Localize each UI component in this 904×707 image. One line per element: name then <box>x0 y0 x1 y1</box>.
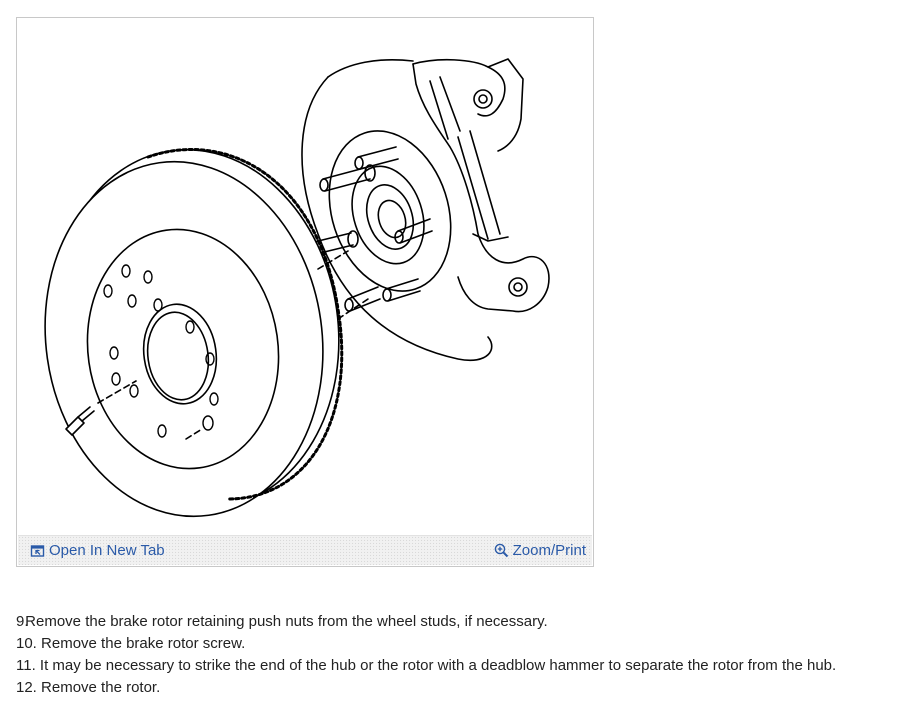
step-text: Remove the brake rotor screw. <box>41 635 246 652</box>
wheel-hub <box>328 130 452 292</box>
zoom-print-label: Zoom/Print <box>512 542 586 559</box>
step-text: Remove the rotor. <box>41 679 161 696</box>
step-item: 9. Remove the brake rotor retaining push… <box>16 611 896 633</box>
open-new-tab-icon <box>30 543 45 558</box>
step-text: It may be necessary to strike the end of… <box>39 657 837 674</box>
step-number: 9. <box>16 613 29 630</box>
step-item: 11. It may be necessary to strike the en… <box>16 655 896 677</box>
figure-toolbar: Open In New Tab Zoom/Print <box>18 535 592 565</box>
steering-knuckle <box>412 58 550 313</box>
step-number: 10. <box>16 635 37 652</box>
step-item: 10. Remove the brake rotor screw. <box>16 633 896 655</box>
step-item: 12. Remove the rotor. <box>16 677 896 699</box>
step-number: 12. <box>16 679 37 696</box>
open-in-new-tab-label: Open In New Tab <box>49 542 165 559</box>
zoom-print-link[interactable]: Zoom/Print <box>494 542 586 559</box>
step-number: 11. <box>16 657 36 674</box>
magnifier-plus-icon <box>494 543 509 558</box>
step-text: Remove the brake rotor retaining push nu… <box>25 613 548 630</box>
brake-rotor-diagram <box>44 58 550 518</box>
open-in-new-tab-link[interactable]: Open In New Tab <box>30 542 165 559</box>
procedure-steps: 9. Remove the brake rotor retaining push… <box>16 611 896 699</box>
figure-frame: Open In New Tab Zoom/Print <box>16 17 594 567</box>
